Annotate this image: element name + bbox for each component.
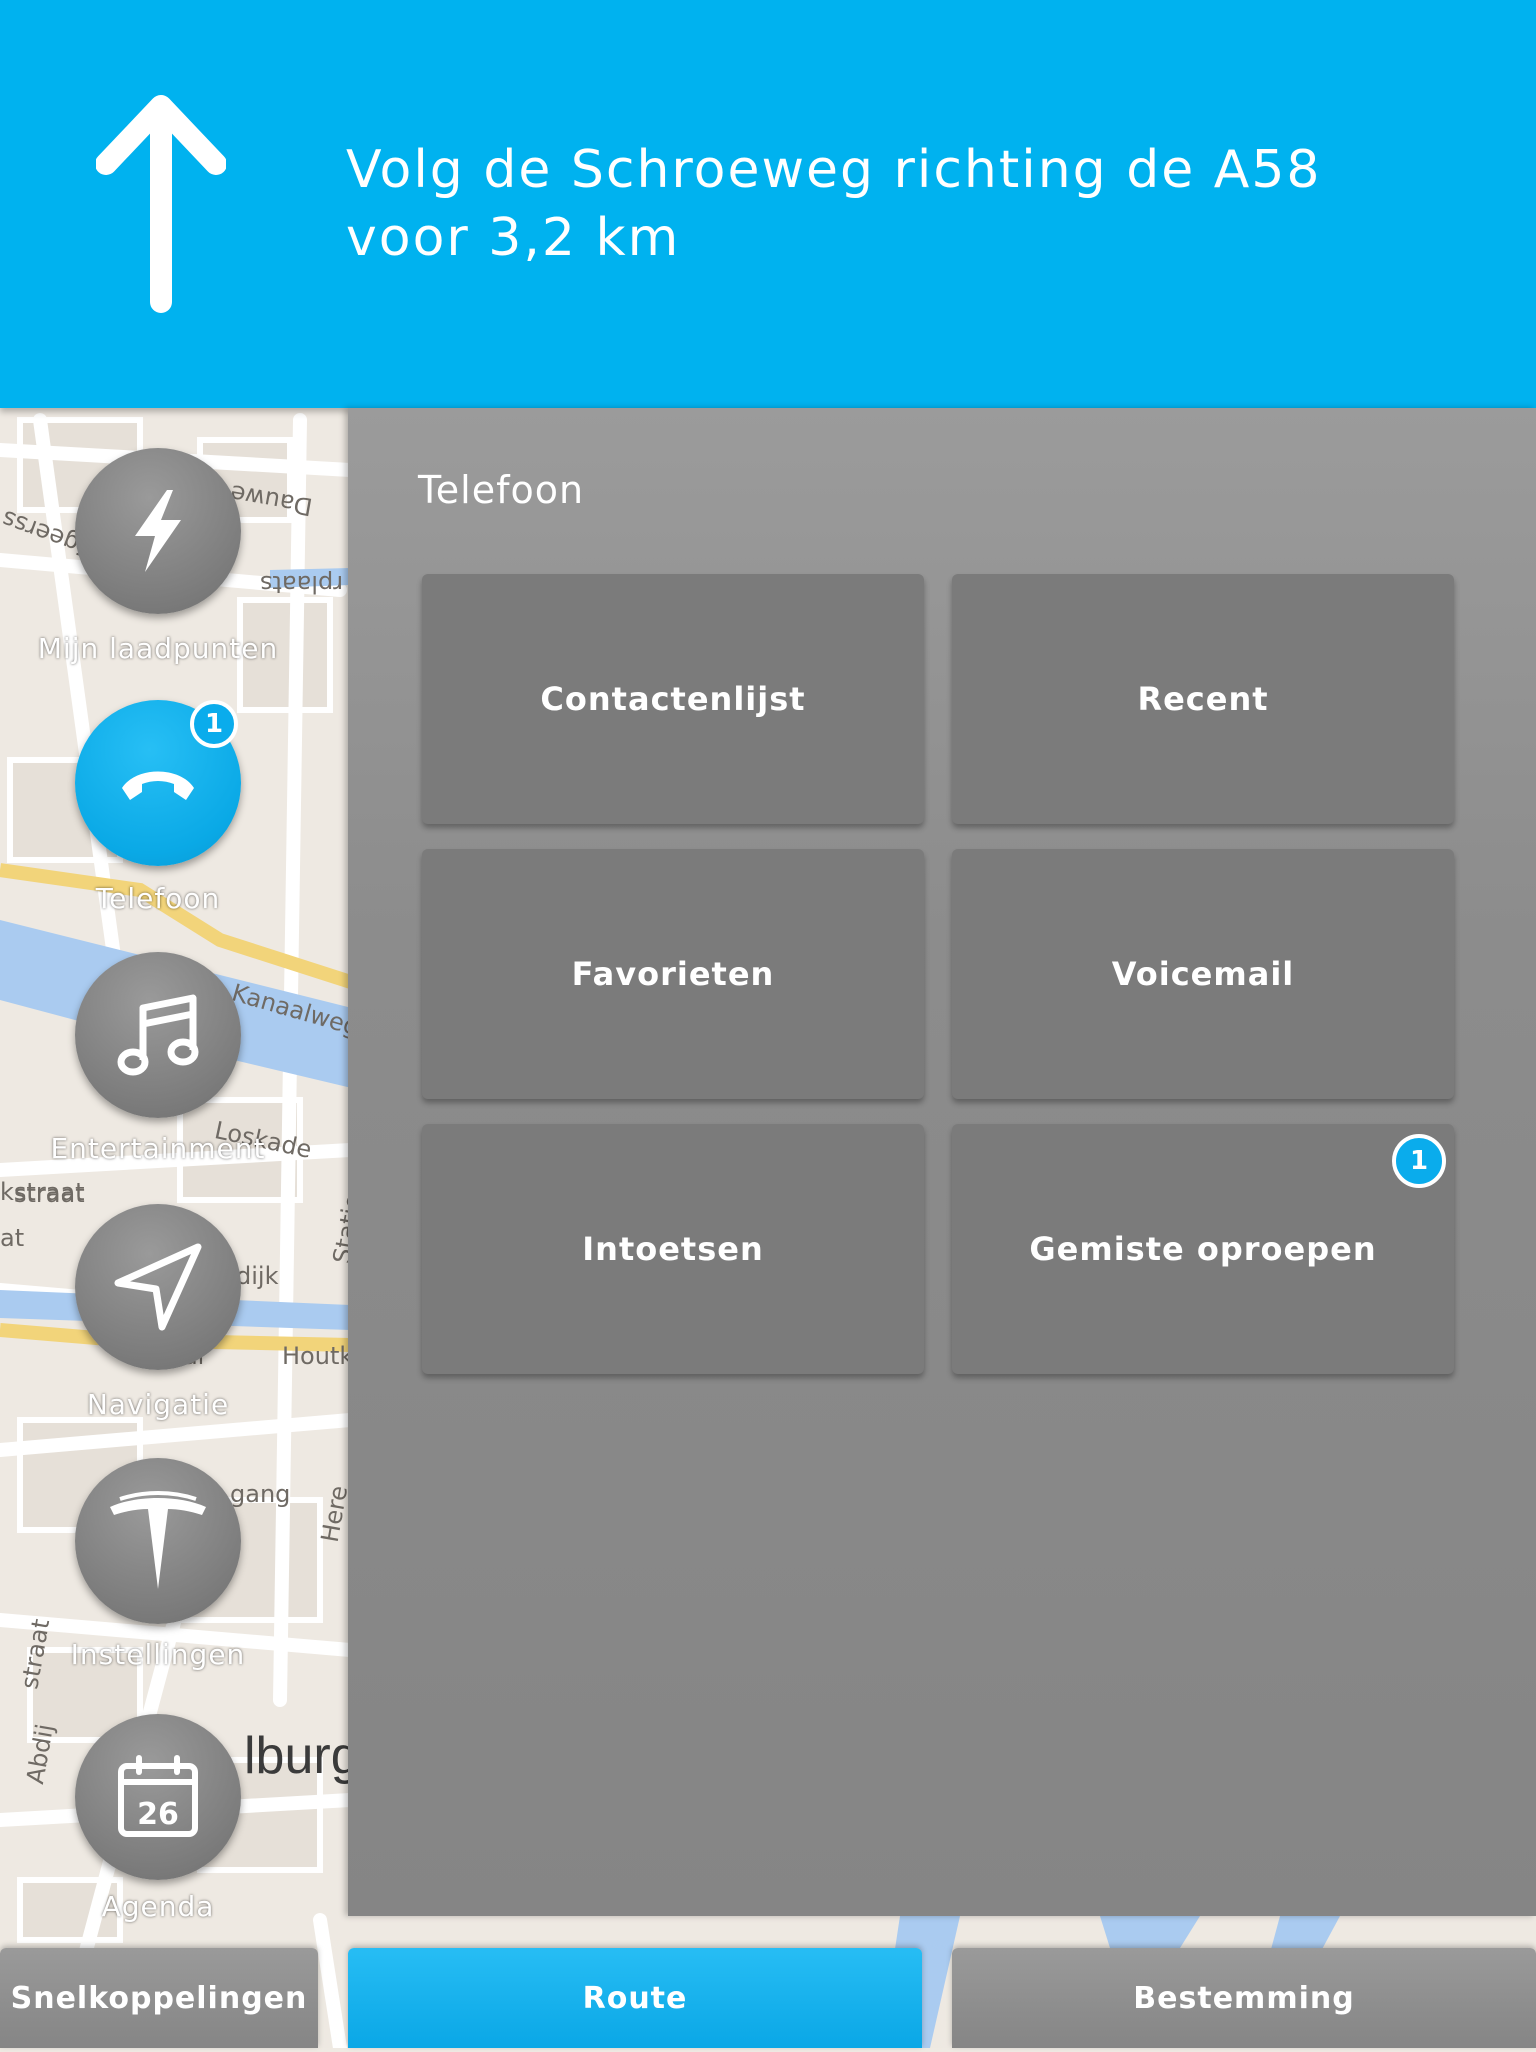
- tab-route[interactable]: Route: [348, 1948, 922, 2048]
- sidebar-item-navigation[interactable]: [75, 1204, 241, 1370]
- contacts-button[interactable]: Contactenlijst: [422, 574, 924, 824]
- sidebar-item-label: Telefoon: [95, 882, 221, 915]
- sidebar-item-label: Mijn laadpunten: [37, 632, 279, 665]
- map-street-label: rplaats: [260, 570, 344, 598]
- map-street-label: kstraat: [0, 1178, 85, 1206]
- lightning-icon: [135, 490, 181, 572]
- favorites-button[interactable]: Favorieten: [422, 849, 924, 1099]
- calendar-icon: 26: [118, 1755, 198, 1837]
- tab-shortcuts[interactable]: Snelkoppelingen: [0, 1948, 318, 2048]
- sidebar-item-label: Agenda: [101, 1890, 215, 1923]
- phone-notification-badge: 1: [190, 700, 238, 748]
- navigation-instruction-header: Volg de Schroeweg richting de A58 voor 3…: [0, 0, 1536, 408]
- tab-destination[interactable]: Bestemming: [952, 1948, 1536, 2048]
- map-street-label: dijk: [236, 1262, 279, 1290]
- missed-calls-label: Gemiste oproepen: [1029, 1230, 1377, 1268]
- panel-title: Telefoon: [418, 468, 585, 512]
- sidebar-item-charging-points[interactable]: [75, 448, 241, 614]
- recent-button[interactable]: Recent: [952, 574, 1454, 824]
- missed-calls-badge: 1: [1392, 1134, 1446, 1188]
- map-street-label: Houtk: [282, 1342, 354, 1370]
- sidebar-item-entertainment[interactable]: [75, 952, 241, 1118]
- missed-calls-button[interactable]: Gemiste oproepen: [952, 1124, 1454, 1374]
- voicemail-button[interactable]: Voicemail: [952, 849, 1454, 1099]
- sidebar-item-calendar[interactable]: 26: [75, 1714, 241, 1880]
- phone-icon: [122, 771, 194, 800]
- instruction-text: Volg de Schroeweg richting de A58 voor 3…: [346, 136, 1446, 272]
- map-city-label: lburg: [244, 1727, 360, 1785]
- map-street-label: at: [0, 1224, 25, 1252]
- arrow-up-icon: [96, 95, 226, 313]
- sidebar-item-label: Navigatie: [86, 1388, 230, 1421]
- tesla-logo-icon: [110, 1491, 206, 1589]
- sidebar-item-label: Entertainment: [50, 1132, 266, 1165]
- phone-panel: Telefoon Contactenlijst Recent Favoriete…: [348, 408, 1536, 1916]
- sidebar-item-label: Instellingen: [70, 1638, 246, 1671]
- navigation-arrow-icon: [114, 1243, 202, 1331]
- map-street-label: gang: [230, 1480, 291, 1508]
- music-note-icon: [117, 994, 199, 1076]
- instruction-line-2: voor 3,2 km: [346, 208, 681, 268]
- calendar-day: 26: [137, 1797, 179, 1832]
- sidebar-item-settings[interactable]: [75, 1458, 241, 1624]
- instruction-line-1: Volg de Schroeweg richting de A58: [346, 140, 1322, 200]
- dialpad-button[interactable]: Intoetsen: [422, 1124, 924, 1374]
